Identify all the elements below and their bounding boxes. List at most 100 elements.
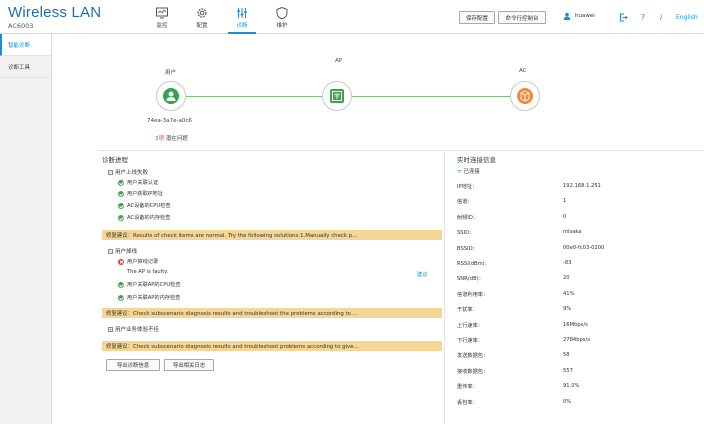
check-label: 用户关联AP的CPU检查 — [127, 282, 181, 288]
info-value: 557 — [563, 367, 573, 374]
check-label: 用户获取IP地址 — [127, 191, 163, 197]
expand-icon: + — [108, 326, 113, 332]
info-row: 重传率： 91.0% — [457, 383, 697, 393]
check-ok-icon — [118, 179, 124, 186]
monitor-icon — [156, 7, 168, 18]
potential-issues[interactable]: 3项 潜在问题 — [155, 134, 188, 142]
user-mac: 74ea-3a7e-a0c6 — [147, 118, 192, 124]
info-row: 接收数据包： 557 — [457, 368, 697, 378]
info-value: 20 — [563, 275, 570, 282]
check-label: AC设备的内存检查 — [127, 215, 171, 221]
ap-ac-link — [352, 96, 510, 97]
realtime-panel: 实时连接信息 ᯤ 已连接 IP地址： 192.168.1.251 信道： 1 射频ID：… — [444, 152, 704, 424]
sliders-icon — [237, 7, 247, 18]
topology: 用户 AP AC 74ea-3a7e-a0c6 3项 潜在问题 — [52, 34, 704, 150]
language-link[interactable]: English — [676, 14, 698, 21]
check-item: 用户关联AP的CPU检查 — [118, 281, 181, 288]
info-value: 2784bps/s — [563, 337, 590, 343]
check-item: 用户掉线记录 — [118, 258, 158, 265]
group-login-failed[interactable]: − 用户上线失败 — [108, 168, 148, 176]
nav-config[interactable]: 配置 — [182, 0, 222, 34]
nav-config-label: 配置 — [196, 22, 208, 29]
info-row: SSID： misaka — [457, 229, 697, 239]
info-key: IP地址： — [457, 184, 478, 190]
shield-icon — [276, 6, 288, 19]
info-key: RSSI(dBm)： — [457, 261, 490, 267]
section-divider — [98, 150, 704, 151]
ap-node[interactable] — [322, 81, 352, 111]
check-ok-icon — [118, 202, 124, 209]
info-value: 9% — [563, 306, 572, 313]
check-error-icon — [118, 258, 124, 265]
info-row: SNR(dB)： 20 — [457, 275, 697, 285]
wifi-icon: ᯤ — [457, 169, 462, 175]
suggestion-banner: 修复建议：Check subscenario diagnosis results… — [102, 308, 442, 318]
detail-link[interactable]: 建议 — [417, 271, 427, 278]
connection-status-text: 已连接 — [463, 169, 480, 175]
info-row: BSSID： 00e0-fc03-0200 — [457, 245, 697, 255]
export-log-button[interactable]: 导出相关日志 — [164, 359, 214, 371]
help-icon[interactable]: ? — [637, 11, 649, 23]
info-value: misaka — [563, 229, 582, 236]
suggestion-banner: 修复建议：Check subscenario diagnosis results… — [102, 341, 442, 351]
diagnosis-title: 诊断进程 — [102, 156, 128, 164]
user-icon — [563, 12, 571, 20]
info-key: 接收数据包： — [457, 368, 489, 375]
info-icon[interactable]: i — [655, 11, 667, 23]
info-value: 00e0-fc03-0200 — [563, 244, 605, 251]
info-key: 发送数据包： — [457, 353, 489, 360]
info-key: 射频ID： — [457, 214, 479, 221]
check-label: AC设备的CPU检查 — [127, 203, 171, 209]
cli-button[interactable]: 命令行控制台 — [498, 11, 546, 24]
info-value: 192.168.1.251 — [563, 183, 601, 189]
ac-node[interactable] — [510, 81, 540, 111]
nav-monitor[interactable]: 监控 — [142, 0, 182, 34]
export-diagnosis-button[interactable]: 导出诊断信息 — [106, 359, 160, 371]
info-row: 干扰率： 9% — [457, 306, 697, 316]
info-value: 91.0% — [563, 383, 580, 390]
user-node-label: 用户 — [165, 70, 177, 76]
info-row: 上行速率： 16Mbps/s — [457, 322, 697, 332]
ac-node-label: AC — [519, 68, 527, 74]
diagnosis-panel: 诊断进程 − 用户上线失败 用户关联认证 用户获取IP地址 AC设备的CPU检查… — [102, 152, 442, 424]
controller-icon — [517, 88, 533, 104]
sidebar: 智能诊断 诊断工具 — [0, 34, 52, 424]
group-user-offline[interactable]: − 用户掉线 — [108, 247, 137, 255]
gear-icon — [197, 7, 207, 18]
logout-icon[interactable] — [617, 11, 629, 23]
sidebar-item-diagnostic-tools[interactable]: 诊断工具 — [0, 56, 51, 78]
nav-diagnose[interactable]: 诊断 — [222, 0, 262, 34]
group-label: 用户上线失败 — [115, 170, 149, 176]
user-area[interactable]: huawei — [563, 12, 595, 20]
user-ap-link — [186, 96, 322, 97]
group-label: 用户业务体验不佳 — [115, 327, 160, 333]
connection-status: ᯤ 已连接 — [457, 167, 480, 175]
info-key: 信道： — [457, 199, 473, 206]
info-value: 16Mbps/s — [563, 321, 588, 328]
username: huawei — [575, 13, 595, 19]
realtime-title: 实时连接信息 — [457, 156, 496, 164]
check-item: AC设备的内存检查 — [118, 214, 170, 221]
ap-node-label: AP — [335, 58, 343, 64]
info-key: SNR(dB)： — [457, 276, 484, 283]
sidebar-item-smart-diagnosis[interactable]: 智能诊断 — [0, 34, 51, 56]
check-item: 用户获取IP地址 — [118, 190, 163, 197]
check-ok-icon — [118, 281, 124, 288]
info-row: 丢包率： 0% — [457, 399, 697, 409]
user-node[interactable] — [156, 81, 186, 111]
main-nav: 监控 配置 诊断 维护 — [142, 0, 302, 34]
info-value: 41% — [563, 290, 575, 297]
suggestion-banner: 修复建议：Results of check items are normal. … — [102, 230, 442, 240]
info-key: 下行速率： — [457, 338, 483, 344]
check-ok-icon — [118, 190, 124, 197]
info-value: 1 — [563, 198, 567, 205]
nav-maintain[interactable]: 维护 — [262, 0, 302, 34]
save-config-button[interactable]: 保存配置 — [459, 11, 495, 24]
info-row: IP地址： 192.168.1.251 — [457, 183, 697, 193]
check-ok-icon — [118, 294, 124, 301]
group-label: 用户掉线 — [115, 249, 138, 255]
info-key: 重传率： — [457, 384, 478, 391]
info-row: 下行速率： 2784bps/s — [457, 337, 697, 347]
info-value: 0 — [563, 213, 567, 220]
group-poor-experience[interactable]: + 用户业务体验不佳 — [108, 325, 159, 333]
